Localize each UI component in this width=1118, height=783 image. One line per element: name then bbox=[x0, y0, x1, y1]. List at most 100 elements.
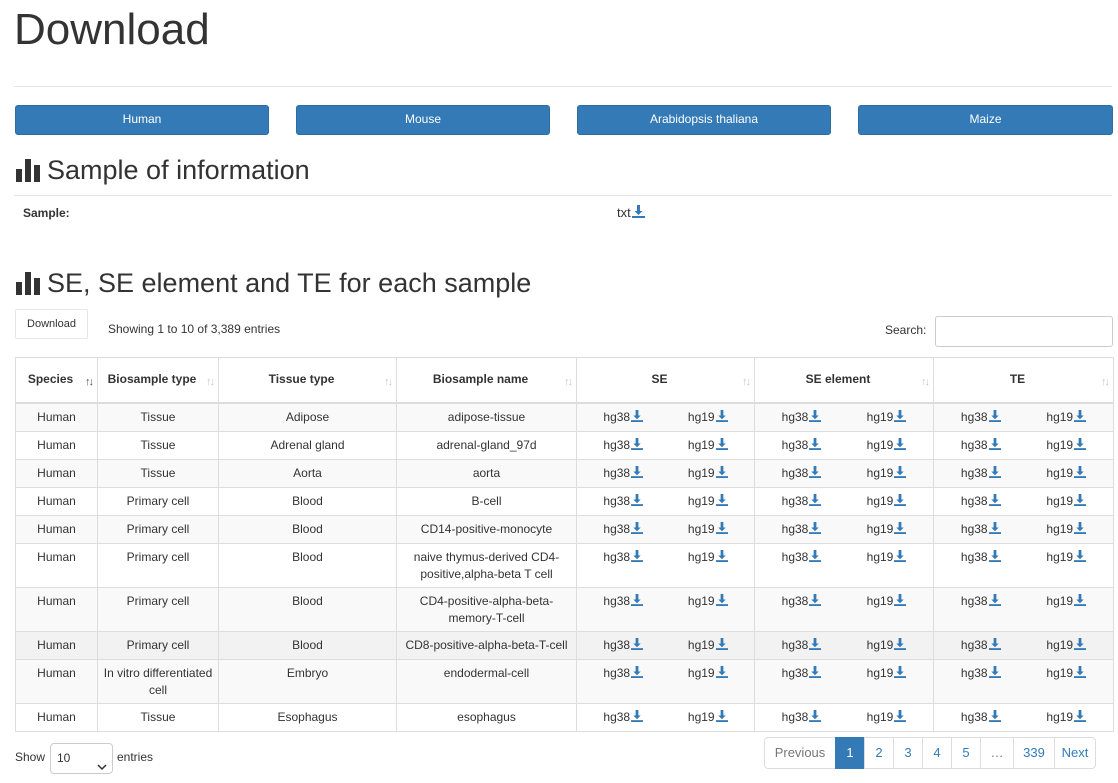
se-hg19-download-link[interactable]: hg19 bbox=[688, 637, 728, 655]
te-hg38-download-link[interactable]: hg38 bbox=[961, 465, 1001, 483]
se-element-hg19-download-link[interactable]: hg19 bbox=[867, 465, 907, 483]
te-hg38-download-link[interactable]: hg38 bbox=[961, 549, 1001, 567]
se-element-hg38-download-link[interactable]: hg38 bbox=[782, 465, 822, 483]
te-hg38-download-link[interactable]: hg38 bbox=[961, 665, 1001, 683]
se-hg19-download-link[interactable]: hg19 bbox=[688, 549, 728, 567]
te-hg19-download-link[interactable]: hg19 bbox=[1046, 593, 1087, 611]
te-hg19-download-link[interactable]: hg19 bbox=[1046, 665, 1087, 683]
page-button-339[interactable]: 339 bbox=[1013, 737, 1055, 769]
se-element-hg19-download-link[interactable]: hg19 bbox=[867, 549, 907, 567]
se-hg19-download-link[interactable]: hg19 bbox=[688, 465, 728, 483]
genome-label: hg38 bbox=[960, 521, 988, 536]
genome-label: hg19 bbox=[687, 549, 715, 564]
se-hg19-download-link[interactable]: hg19 bbox=[688, 665, 728, 683]
se-hg38-download-link[interactable]: hg38 bbox=[603, 493, 644, 511]
column-header-se-element[interactable]: SE element ↑↓ bbox=[754, 357, 934, 404]
se-hg38-download-link[interactable]: hg38 bbox=[603, 593, 644, 611]
page-button-1[interactable]: 1 bbox=[835, 737, 865, 769]
table-row: Human Tissue Adrenal gland adrenal-gland_97… bbox=[15, 430, 1114, 460]
se-hg38-download-link[interactable]: hg38 bbox=[603, 665, 644, 683]
download-icon bbox=[988, 549, 1001, 567]
page-length-select[interactable]: 10 bbox=[50, 743, 113, 774]
cell-biosample-name: aorta bbox=[396, 458, 577, 488]
te-hg19-download-link[interactable]: hg19 bbox=[1046, 521, 1087, 539]
te-hg38-download-link[interactable]: hg38 bbox=[961, 637, 1001, 655]
page-button-5[interactable]: 5 bbox=[951, 737, 981, 769]
se-element-hg19-download-link[interactable]: hg19 bbox=[867, 637, 907, 655]
te-hg38-download-link[interactable]: hg38 bbox=[961, 409, 1001, 427]
se-hg38-download-link[interactable]: hg38 bbox=[603, 465, 644, 483]
te-hg38-download-link[interactable]: hg38 bbox=[961, 437, 1001, 455]
se-hg19-download-link[interactable]: hg19 bbox=[688, 521, 728, 539]
download-button[interactable]: Download bbox=[15, 309, 88, 339]
species-button-arabidopsis[interactable]: Arabidopsis thaliana bbox=[577, 105, 831, 135]
se-element-hg19-download-link[interactable]: hg19 bbox=[867, 593, 907, 611]
cell-te: hg38 hg19 bbox=[933, 542, 1114, 588]
sort-icon: ↑↓ bbox=[384, 375, 393, 388]
se-element-hg38-download-link[interactable]: hg38 bbox=[782, 637, 822, 655]
se-element-hg19-download-link[interactable]: hg19 bbox=[867, 437, 907, 455]
se-element-hg38-download-link[interactable]: hg38 bbox=[782, 593, 822, 611]
te-hg38-download-link[interactable]: hg38 bbox=[961, 593, 1001, 611]
te-hg38-download-link[interactable]: hg38 bbox=[961, 709, 1001, 727]
column-header-biosample-name[interactable]: Biosample name ↑↓ bbox=[396, 357, 577, 404]
se-element-hg19-download-link[interactable]: hg19 bbox=[867, 665, 907, 683]
genome-label: hg38 bbox=[781, 521, 809, 536]
download-icon bbox=[894, 549, 907, 567]
se-element-hg38-download-link[interactable]: hg38 bbox=[782, 437, 822, 455]
se-hg19-download-link[interactable]: hg19 bbox=[688, 437, 728, 455]
previous-button[interactable]: Previous bbox=[764, 737, 836, 769]
se-element-hg19-download-link[interactable]: hg19 bbox=[867, 709, 907, 727]
species-button-maize[interactable]: Maize bbox=[858, 105, 1113, 135]
search-input[interactable] bbox=[935, 316, 1113, 347]
cell-te: hg38 hg19 bbox=[933, 702, 1114, 732]
genome-label: hg38 bbox=[603, 409, 631, 424]
te-hg19-download-link[interactable]: hg19 bbox=[1046, 465, 1087, 483]
te-hg38-download-link[interactable]: hg38 bbox=[961, 493, 1001, 511]
download-icon bbox=[809, 465, 822, 483]
sample-download-link[interactable]: txt bbox=[617, 205, 645, 221]
column-header-te[interactable]: TE ↑↓ bbox=[933, 357, 1114, 404]
te-hg19-download-link[interactable]: hg19 bbox=[1046, 409, 1087, 427]
se-hg19-download-link[interactable]: hg19 bbox=[688, 409, 728, 427]
se-hg19-download-link[interactable]: hg19 bbox=[688, 593, 728, 611]
column-header-species[interactable]: Species ↑↓ bbox=[15, 357, 98, 404]
species-button-mouse[interactable]: Mouse bbox=[296, 105, 550, 135]
se-element-hg38-download-link[interactable]: hg38 bbox=[782, 709, 822, 727]
se-hg38-download-link[interactable]: hg38 bbox=[603, 637, 644, 655]
page-button-2[interactable]: 2 bbox=[864, 737, 894, 769]
se-element-hg19-download-link[interactable]: hg19 bbox=[867, 521, 907, 539]
cell-biosample-type: Primary cell bbox=[97, 630, 219, 660]
te-hg19-download-link[interactable]: hg19 bbox=[1046, 493, 1087, 511]
se-element-hg38-download-link[interactable]: hg38 bbox=[782, 521, 822, 539]
te-hg19-download-link[interactable]: hg19 bbox=[1046, 637, 1087, 655]
se-hg38-download-link[interactable]: hg38 bbox=[603, 709, 644, 727]
se-element-hg19-download-link[interactable]: hg19 bbox=[867, 493, 907, 511]
species-button-human[interactable]: Human bbox=[15, 105, 269, 135]
column-header-biosample-type[interactable]: Biosample type ↑↓ bbox=[97, 357, 219, 404]
te-hg19-download-link[interactable]: hg19 bbox=[1046, 709, 1087, 727]
se-element-hg38-download-link[interactable]: hg38 bbox=[782, 409, 822, 427]
page-button-3[interactable]: 3 bbox=[893, 737, 923, 769]
se-hg19-download-link[interactable]: hg19 bbox=[688, 709, 728, 727]
te-hg19-download-link[interactable]: hg19 bbox=[1046, 437, 1087, 455]
column-header-se[interactable]: SE ↑↓ bbox=[576, 357, 755, 404]
se-element-hg38-download-link[interactable]: hg38 bbox=[782, 493, 822, 511]
te-hg38-download-link[interactable]: hg38 bbox=[961, 521, 1001, 539]
download-icon bbox=[894, 637, 907, 655]
se-element-hg38-download-link[interactable]: hg38 bbox=[782, 665, 822, 683]
next-button[interactable]: Next bbox=[1054, 737, 1096, 769]
se-hg38-download-link[interactable]: hg38 bbox=[603, 521, 644, 539]
se-hg38-download-link[interactable]: hg38 bbox=[603, 437, 644, 455]
genome-label: hg19 bbox=[1046, 521, 1074, 536]
download-icon bbox=[809, 709, 822, 727]
se-hg38-download-link[interactable]: hg38 bbox=[603, 549, 644, 567]
se-element-hg38-download-link[interactable]: hg38 bbox=[782, 549, 822, 567]
genome-label: hg38 bbox=[781, 549, 809, 564]
se-element-hg19-download-link[interactable]: hg19 bbox=[867, 409, 907, 427]
page-button-4[interactable]: 4 bbox=[922, 737, 952, 769]
se-hg38-download-link[interactable]: hg38 bbox=[603, 409, 644, 427]
column-header-tissue-type[interactable]: Tissue type ↑↓ bbox=[218, 357, 397, 404]
te-hg19-download-link[interactable]: hg19 bbox=[1046, 549, 1087, 567]
se-hg19-download-link[interactable]: hg19 bbox=[688, 493, 728, 511]
